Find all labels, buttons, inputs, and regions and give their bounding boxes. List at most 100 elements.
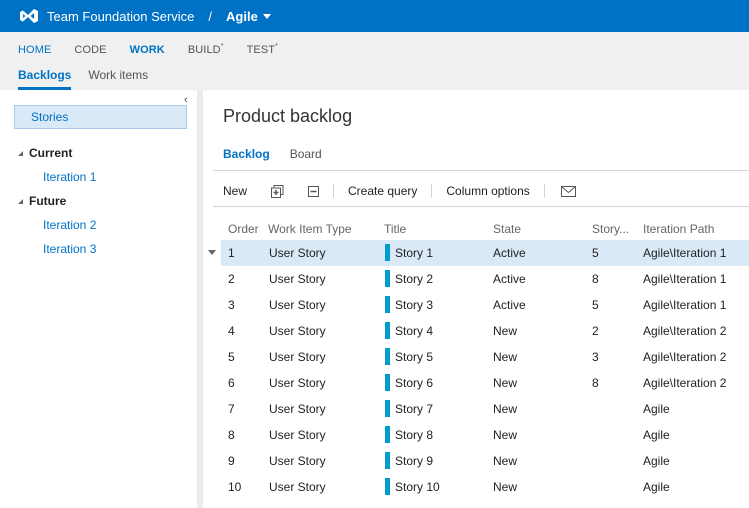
- column-header-story-points[interactable]: Story...: [592, 222, 629, 236]
- tree-group-label: Current: [29, 146, 73, 160]
- table-row[interactable]: 2 User Story Story 2 Active 8 Agile\Iter…: [203, 266, 749, 292]
- column-options-button[interactable]: Column options: [446, 184, 529, 198]
- cell-work-item-type: User Story: [269, 272, 326, 286]
- cell-iteration-path: Agile\Iteration 1: [643, 272, 727, 286]
- new-button[interactable]: New: [223, 184, 247, 198]
- table-row[interactable]: 7 User Story Story 7 New Agile: [203, 396, 749, 422]
- cell-iteration-path: Agile: [643, 454, 670, 468]
- column-header-state[interactable]: State: [493, 222, 521, 236]
- table-row[interactable]: 10 User Story Story 10 New Agile: [203, 474, 749, 500]
- collapse-pane-icon[interactable]: ‹: [184, 95, 188, 106]
- cell-title[interactable]: Story 8: [395, 428, 433, 442]
- service-name[interactable]: Team Foundation Service: [47, 9, 194, 24]
- project-name: Agile: [226, 8, 258, 24]
- left-pane: ‹ Stories Current Iteration 1 Future Ite…: [0, 90, 197, 508]
- cell-title[interactable]: Story 5: [395, 350, 433, 364]
- backlog-grid: Order Work Item Type Title State Story..…: [203, 218, 749, 500]
- cell-iteration-path: Agile\Iteration 2: [643, 324, 727, 338]
- hub-home-label: HOME: [18, 44, 52, 56]
- tab-backlogs[interactable]: Backlogs: [18, 68, 72, 90]
- cell-title[interactable]: Story 3: [395, 298, 433, 312]
- cell-title[interactable]: Story 9: [395, 454, 433, 468]
- cell-work-item-type: User Story: [269, 324, 326, 338]
- work-item-color-bar: [385, 270, 390, 287]
- breadcrumb-separator: /: [208, 8, 213, 24]
- tree-item-iteration-2[interactable]: Iteration 2: [43, 218, 96, 232]
- expanded-triangle-icon[interactable]: [18, 198, 23, 204]
- cell-title[interactable]: Story 6: [395, 376, 433, 390]
- cell-work-item-type: User Story: [269, 428, 326, 442]
- toolbar-separator: [543, 184, 545, 198]
- cell-work-item-type: User Story: [269, 480, 326, 494]
- cell-order: 7: [228, 402, 235, 416]
- cell-state: Active: [493, 246, 526, 260]
- create-query-button[interactable]: Create query: [348, 184, 417, 198]
- cell-iteration-path: Agile: [643, 402, 670, 416]
- cell-order: 8: [228, 428, 235, 442]
- hub-home[interactable]: HOME: [18, 44, 51, 56]
- cell-iteration-path: Agile: [643, 428, 670, 442]
- tree-group-current[interactable]: Current: [18, 146, 72, 160]
- backlog-stories-item[interactable]: Stories: [14, 105, 187, 129]
- column-header-work-item-type[interactable]: Work Item Type: [268, 222, 352, 236]
- cell-work-item-type: User Story: [269, 298, 326, 312]
- preview-marker: *: [220, 43, 224, 50]
- divider: [213, 206, 749, 207]
- column-header-order[interactable]: Order: [228, 222, 259, 236]
- column-header-iteration-path[interactable]: Iteration Path: [643, 222, 714, 236]
- preview-marker: *: [275, 43, 278, 50]
- hub-build[interactable]: BUILD*: [187, 43, 224, 56]
- cell-iteration-path: Agile\Iteration 2: [643, 376, 727, 390]
- expanded-triangle-icon[interactable]: [18, 150, 23, 156]
- main-content: Product backlog Backlog Board New Create…: [203, 90, 749, 508]
- tree-group-future[interactable]: Future: [18, 194, 66, 208]
- cell-work-item-type: User Story: [269, 350, 326, 364]
- page-title: Product backlog: [223, 106, 353, 126]
- cell-title[interactable]: Story 10: [395, 480, 440, 494]
- table-row[interactable]: 1 User Story Story 1 Active 5 Agile\Iter…: [203, 240, 749, 266]
- table-row[interactable]: 5 User Story Story 5 New 3 Agile\Iterati…: [203, 344, 749, 370]
- visual-studio-logo-icon[interactable]: [20, 9, 38, 23]
- pivot-backlog[interactable]: Backlog: [223, 147, 270, 161]
- hub-work[interactable]: WORK: [130, 44, 165, 56]
- table-row[interactable]: 8 User Story Story 8 New Agile: [203, 422, 749, 448]
- hub-code[interactable]: CODE: [74, 44, 106, 56]
- email-icon[interactable]: [560, 185, 576, 197]
- table-row[interactable]: 9 User Story Story 9 New Agile: [203, 448, 749, 474]
- cell-work-item-type: User Story: [269, 246, 326, 260]
- row-expander-icon[interactable]: [208, 250, 216, 255]
- hub-test-label: TEST: [246, 44, 276, 56]
- cell-title[interactable]: Story 2: [395, 272, 433, 286]
- tree-item-iteration-3[interactable]: Iteration 3: [43, 242, 96, 256]
- hub-nav: HOME CODE WORK BUILD* TEST*: [18, 43, 301, 56]
- cell-iteration-path: Agile: [643, 480, 670, 494]
- table-row[interactable]: 6 User Story Story 6 New 8 Agile\Iterati…: [203, 370, 749, 396]
- cell-title[interactable]: Story 4: [395, 324, 433, 338]
- project-selector[interactable]: Agile: [226, 9, 271, 24]
- hub-build-label: BUILD: [187, 44, 221, 56]
- top-bar: Team Foundation Service / Agile: [0, 0, 749, 32]
- work-item-color-bar: [385, 244, 390, 261]
- pivot-board[interactable]: Board: [290, 147, 322, 161]
- work-item-color-bar: [385, 322, 390, 339]
- cell-state: New: [493, 324, 518, 338]
- cell-order: 1: [228, 246, 235, 260]
- cell-story-points: 8: [592, 272, 599, 286]
- cell-title[interactable]: Story 1: [395, 246, 433, 260]
- cell-order: 9: [228, 454, 235, 468]
- cell-order: 3: [228, 298, 235, 312]
- hub-test[interactable]: TEST*: [246, 43, 278, 56]
- collapse-all-icon[interactable]: [308, 185, 320, 197]
- tree-item-iteration-1[interactable]: Iteration 1: [43, 170, 96, 184]
- cell-state: New: [493, 350, 518, 364]
- cell-state: New: [493, 376, 518, 390]
- table-row[interactable]: 4 User Story Story 4 New 2 Agile\Iterati…: [203, 318, 749, 344]
- tab-work-items[interactable]: Work items: [88, 68, 148, 90]
- toolbar-separator: [431, 184, 433, 198]
- work-item-color-bar: [385, 452, 390, 469]
- table-row[interactable]: 3 User Story Story 3 Active 5 Agile\Iter…: [203, 292, 749, 318]
- expand-all-icon[interactable]: [271, 184, 284, 198]
- column-header-title[interactable]: Title: [384, 222, 406, 236]
- cell-story-points: 8: [592, 376, 599, 390]
- cell-title[interactable]: Story 7: [395, 402, 433, 416]
